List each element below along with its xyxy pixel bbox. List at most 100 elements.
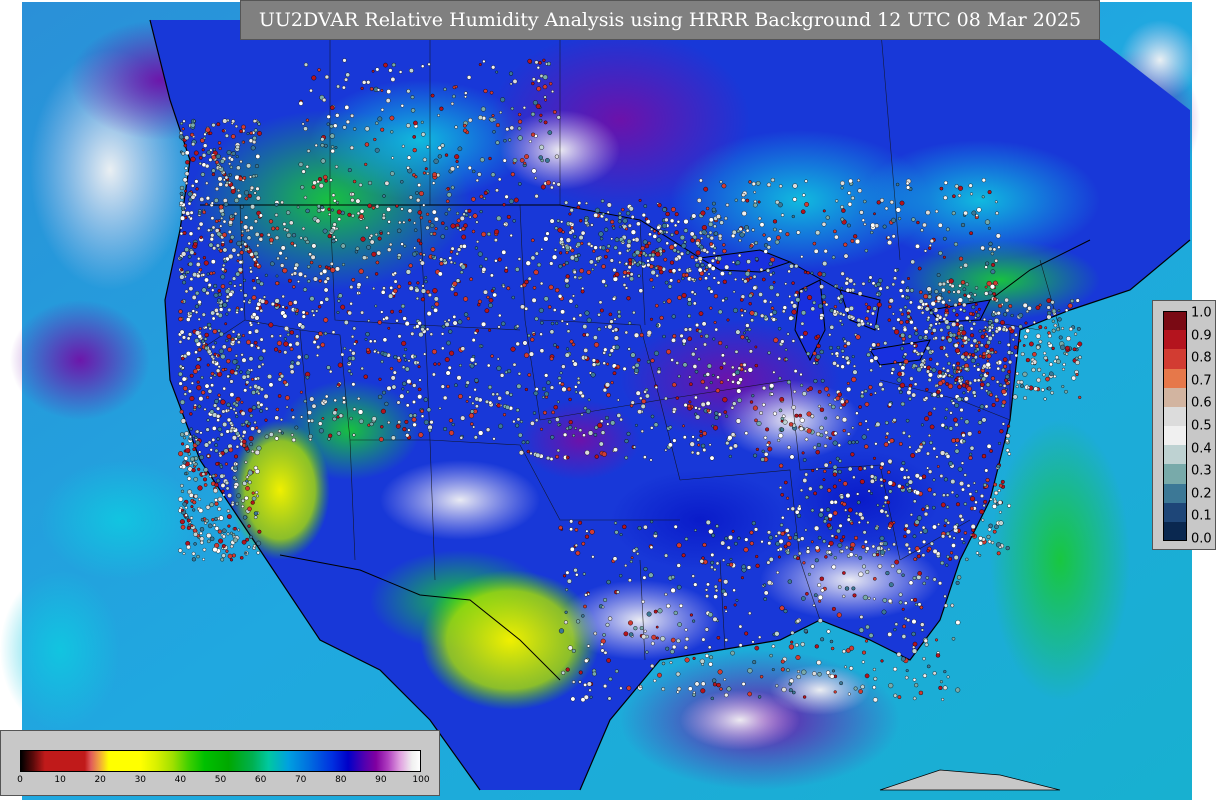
station-dot — [419, 260, 425, 266]
station-dot — [205, 196, 210, 201]
station-dot — [181, 376, 187, 382]
station-dot — [858, 512, 863, 517]
station-dot — [724, 414, 729, 418]
station-dot — [708, 662, 713, 667]
station-dot — [510, 346, 516, 352]
station-dot — [612, 556, 618, 562]
station-dot — [728, 454, 732, 458]
station-dot — [184, 431, 189, 436]
station-dot — [735, 329, 741, 335]
station-dot — [317, 68, 321, 72]
station-dot — [857, 520, 861, 524]
station-dot — [336, 431, 342, 436]
station-dot — [284, 256, 288, 260]
station-dot — [975, 310, 978, 314]
bottom-colorbar: 0 10 20 30 40 50 60 70 80 90 100 — [0, 730, 440, 796]
right-legend-label: 0.4 — [1191, 441, 1212, 457]
station-dot — [606, 422, 610, 426]
station-dot — [911, 619, 917, 625]
station-dot — [566, 347, 570, 351]
station-dot — [559, 371, 563, 375]
station-dot — [547, 419, 552, 424]
station-dot — [534, 60, 539, 65]
station-dot — [316, 353, 320, 357]
station-dot — [288, 342, 293, 347]
station-dot — [776, 548, 780, 552]
station-dot — [231, 337, 235, 342]
station-dot — [555, 345, 560, 349]
station-dot — [606, 658, 611, 663]
station-dot — [957, 384, 962, 390]
station-dot — [207, 388, 213, 394]
station-dot — [322, 268, 328, 274]
station-dot — [565, 274, 570, 279]
station-dot — [463, 223, 468, 228]
station-dot — [599, 236, 604, 241]
station-dot — [445, 199, 450, 204]
station-dot — [456, 226, 460, 230]
station-dot — [806, 428, 812, 434]
station-dot — [814, 545, 820, 551]
station-dot — [209, 536, 215, 541]
station-dot — [822, 300, 827, 305]
station-dot — [251, 377, 255, 381]
station-dot — [182, 552, 186, 555]
station-dot — [203, 467, 209, 473]
station-dot — [1002, 384, 1007, 388]
station-dot — [681, 243, 687, 249]
station-dot — [836, 363, 840, 368]
station-dot — [351, 382, 356, 387]
station-dot — [463, 312, 469, 317]
station-dot — [968, 452, 973, 456]
station-dot — [935, 209, 939, 214]
station-dot — [501, 321, 506, 326]
station-dot — [566, 387, 572, 392]
station-dot — [450, 185, 455, 190]
station-dot — [495, 188, 499, 193]
station-dot — [181, 251, 187, 257]
station-dot — [796, 230, 801, 235]
station-dot — [866, 352, 871, 357]
station-dot — [953, 242, 958, 247]
station-dot — [861, 545, 866, 549]
station-dot — [855, 411, 859, 415]
station-dot — [681, 553, 686, 558]
station-dot — [926, 286, 932, 292]
station-dot — [259, 308, 264, 313]
station-dot — [322, 399, 326, 403]
station-dot — [518, 182, 522, 186]
station-dot — [226, 359, 231, 364]
station-dot — [697, 407, 701, 411]
station-dot — [980, 382, 985, 387]
station-dot — [419, 252, 423, 256]
station-dot — [402, 381, 407, 386]
station-dot — [448, 329, 453, 334]
station-dot — [803, 628, 808, 634]
bottom-colorbar-tick: 80 — [335, 775, 347, 785]
station-dot — [251, 496, 257, 501]
station-dot — [747, 367, 753, 373]
station-dot — [632, 445, 637, 449]
station-dot — [810, 540, 814, 544]
station-dot — [898, 362, 902, 366]
station-dot — [352, 179, 357, 184]
station-dot — [849, 666, 854, 671]
station-dot — [832, 464, 838, 470]
station-dot — [642, 239, 648, 245]
station-dot — [495, 70, 499, 74]
station-dot — [426, 212, 430, 216]
station-dot — [772, 219, 778, 224]
station-dot — [248, 175, 252, 179]
station-dot — [255, 255, 259, 259]
station-dot — [695, 323, 700, 328]
station-dot — [863, 199, 867, 204]
station-dot — [444, 357, 450, 362]
station-dot — [829, 324, 835, 330]
station-dot — [509, 82, 513, 86]
station-dot — [751, 228, 755, 232]
station-dot — [643, 566, 648, 572]
station-dot — [258, 213, 263, 218]
station-dot — [763, 314, 768, 319]
station-dot — [344, 105, 350, 110]
station-dot — [237, 193, 242, 199]
